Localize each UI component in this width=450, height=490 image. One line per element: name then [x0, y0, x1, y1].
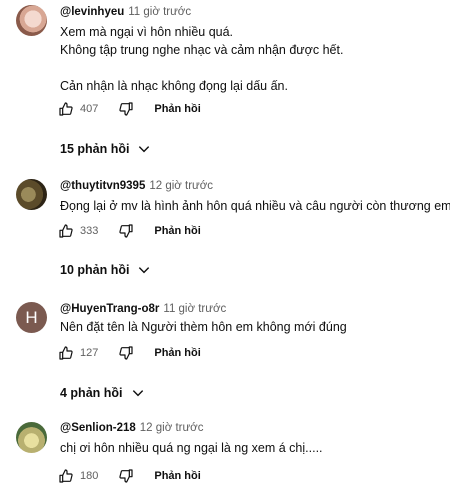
reply-button[interactable]: Phản hồi: [154, 470, 200, 482]
comment-author[interactable]: @thuytitvn9395: [60, 180, 145, 192]
comment-time[interactable]: 11 giờ trước: [128, 6, 191, 18]
view-replies-toggle[interactable]: 10 phản hồi: [60, 259, 151, 281]
comment-line: Cản nhận là nhạc không đọng lại dấu ấn.: [60, 79, 288, 93]
comment-author[interactable]: @levinhyeu: [60, 6, 124, 18]
comment-text: Xem mà ngại vì hôn nhiều quá. Không tập …: [60, 23, 440, 95]
avatar[interactable]: [16, 5, 47, 36]
like-count: 180: [80, 470, 99, 482]
comment-line: Xem mà ngại vì hôn nhiều quá.: [60, 25, 234, 39]
view-replies-toggle[interactable]: 4 phản hồi: [60, 382, 145, 404]
reply-button[interactable]: Phản hồi: [154, 225, 200, 237]
comment-header: @thuytitvn9395 12 giờ trước: [60, 180, 213, 192]
comment-text: chị ơi hôn nhiều quá ng ngại là ng xem á…: [60, 439, 440, 457]
view-replies-toggle[interactable]: 15 phản hồi: [60, 138, 151, 160]
avatar[interactable]: H: [16, 302, 47, 333]
comment-line: chị ơi hôn nhiều quá ng ngại là ng xem á…: [60, 441, 323, 455]
comment-author[interactable]: @Senlion-218: [60, 422, 136, 434]
like-button[interactable]: 127: [58, 345, 98, 361]
dislike-button[interactable]: [118, 101, 134, 117]
dislike-button[interactable]: [118, 345, 134, 361]
thumbs-down-icon: [119, 102, 133, 116]
comment-author[interactable]: @HuyenTrang-o8r: [60, 303, 159, 315]
thumbs-down-icon: [119, 469, 133, 483]
like-count: 127: [80, 347, 99, 359]
avatar[interactable]: [16, 422, 47, 453]
thumbs-up-icon: [59, 102, 73, 116]
replies-count: 10 phản hồi: [60, 263, 130, 277]
thumbs-up-icon: [59, 469, 73, 483]
replies-count: 4 phản hồi: [60, 386, 123, 400]
comment-text: Đọng lại ở mv là hình ảnh hôn quá nhiều …: [60, 197, 450, 215]
comment-line: Nên đặt tên là Người thèm hôn em không m…: [60, 320, 347, 334]
thumbs-down-icon: [119, 346, 133, 360]
avatar[interactable]: [16, 179, 47, 210]
chevron-down-icon: [139, 146, 150, 153]
like-button[interactable]: 333: [58, 223, 98, 239]
like-count: 407: [80, 103, 99, 115]
like-button[interactable]: 180: [58, 468, 98, 484]
comment-line: Đọng lại ở mv là hình ảnh hôn quá nhiều …: [60, 199, 450, 213]
thumbs-up-icon: [59, 346, 73, 360]
comment-actions: 127 Phản hồi: [58, 343, 201, 363]
like-button[interactable]: 407: [58, 101, 98, 117]
comment-header: @levinhyeu 11 giờ trước: [60, 6, 191, 18]
thumbs-down-icon: [119, 224, 133, 238]
chevron-down-icon: [139, 267, 150, 274]
comment-time[interactable]: 12 giờ trước: [149, 180, 213, 192]
dislike-button[interactable]: [118, 223, 134, 239]
comment-actions: 407 Phản hồi: [58, 99, 201, 119]
comment-actions: 333 Phản hồi: [58, 221, 201, 241]
comment-time[interactable]: 11 giờ trước: [163, 303, 226, 315]
comment-header: @Senlion-218 12 giờ trước: [60, 422, 203, 434]
chevron-down-icon: [132, 390, 143, 397]
comment-line: Không tập trung nghe nhạc và cảm nhận đư…: [60, 43, 344, 57]
comment-text: Nên đặt tên là Người thèm hôn em không m…: [60, 318, 440, 336]
comment-header: @HuyenTrang-o8r 11 giờ trước: [60, 303, 226, 315]
avatar-letter: H: [25, 307, 38, 327]
reply-button[interactable]: Phản hồi: [154, 347, 200, 359]
dislike-button[interactable]: [118, 468, 134, 484]
comment-actions: 180 Phản hồi: [58, 466, 201, 486]
reply-button[interactable]: Phản hồi: [154, 103, 200, 115]
comment-time[interactable]: 12 giờ trước: [140, 422, 204, 434]
like-count: 333: [80, 225, 99, 237]
thumbs-up-icon: [59, 224, 73, 238]
replies-count: 15 phản hồi: [60, 142, 130, 156]
